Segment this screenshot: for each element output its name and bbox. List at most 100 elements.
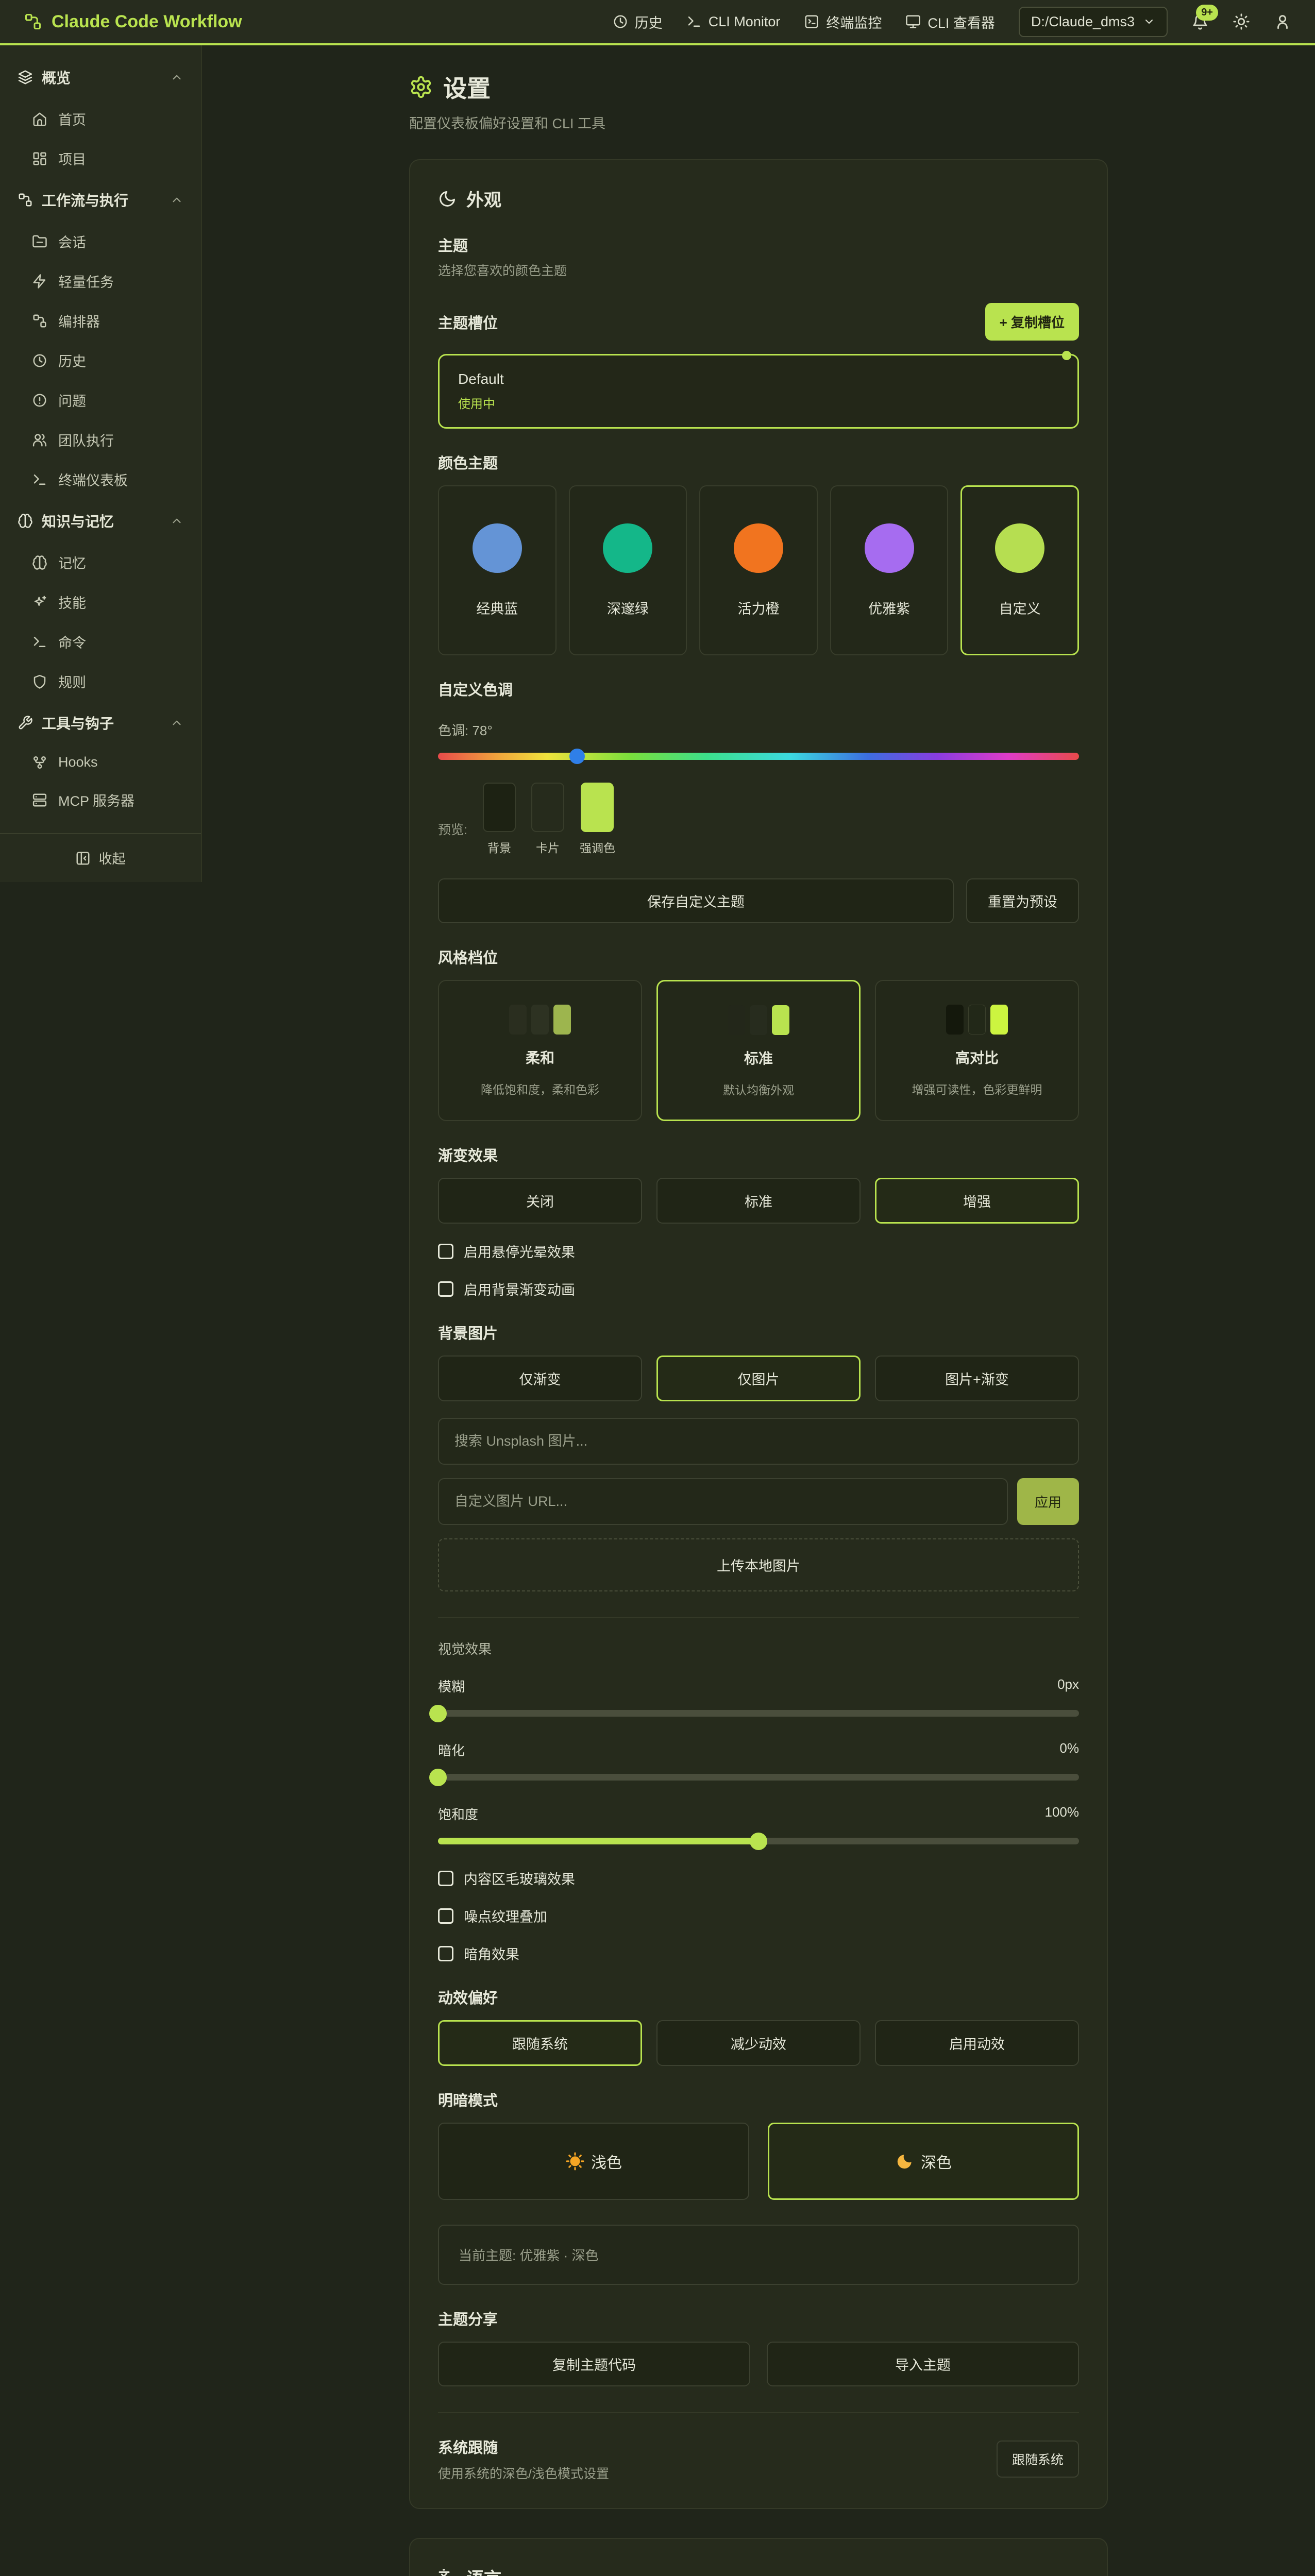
theme-option-elegant-purple[interactable]: 优雅紫 — [830, 485, 949, 655]
noise-checkbox[interactable] — [438, 1908, 453, 1924]
gradient-option-enhanced[interactable]: 增强 — [875, 1178, 1079, 1224]
workflow-logo-icon — [24, 12, 42, 31]
noise-checkbox-row[interactable]: 噪点纹理叠加 — [438, 1906, 1079, 1926]
hover-glow-checkbox[interactable] — [438, 1244, 453, 1259]
motion-reduce[interactable]: 减少动效 — [656, 2020, 861, 2066]
sidebar-item-projects[interactable]: 项目 — [0, 139, 201, 178]
bg-option-gradient-only[interactable]: 仅渐变 — [438, 1355, 642, 1401]
tier-name: 柔和 — [526, 1047, 554, 1067]
sidebar-item-commands[interactable]: 命令 — [0, 622, 201, 662]
sidebar-item-light-tasks[interactable]: 轻量任务 — [0, 261, 201, 301]
theme-option-vibrant-orange[interactable]: 活力橙 — [699, 485, 818, 655]
darken-label: 暗化 — [438, 1740, 465, 1759]
sidebar-item-team-execution[interactable]: 团队执行 — [0, 420, 201, 460]
copy-theme-code-button[interactable]: 复制主题代码 — [438, 2342, 750, 2386]
copy-slot-button[interactable]: + 复制槽位 — [985, 303, 1079, 341]
sidebar-item-hooks[interactable]: Hooks — [0, 744, 201, 780]
style-tier-grid: 柔和 降低饱和度，柔和色彩 标准 默认均衡外观 高对 — [438, 980, 1079, 1121]
nav-history[interactable]: 历史 — [613, 12, 663, 32]
unsplash-search-input[interactable] — [438, 1418, 1079, 1465]
brightness-toggle-icon[interactable] — [1233, 13, 1250, 30]
theme-slot-default[interactable]: Default 使用中 — [438, 354, 1079, 429]
hue-slider[interactable] — [438, 753, 1079, 760]
custom-url-input[interactable] — [438, 1478, 1008, 1525]
sidebar-item-memory[interactable]: 记忆 — [0, 543, 201, 582]
hover-glow-checkbox-row[interactable]: 启用悬停光晕效果 — [438, 1241, 1079, 1261]
style-tier-soft[interactable]: 柔和 降低饱和度，柔和色彩 — [438, 980, 642, 1121]
blur-slider-thumb[interactable] — [429, 1705, 447, 1722]
nav-cli-monitor-label: CLI Monitor — [709, 14, 781, 30]
nav-cli-monitor[interactable]: CLI Monitor — [686, 14, 781, 30]
upload-local-image-button[interactable]: 上传本地图片 — [438, 1538, 1079, 1591]
sidebar-item-home[interactable]: 首页 — [0, 99, 201, 139]
sidebar-item-label: 项目 — [58, 148, 86, 168]
layers-icon — [18, 70, 33, 85]
sidebar-item-orchestrator[interactable]: 编排器 — [0, 301, 201, 341]
sidebar-section-tools[interactable]: 工具与钩子 — [0, 701, 201, 744]
alert-circle-icon — [32, 393, 47, 408]
glass-checkbox-row[interactable]: 内容区毛玻璃效果 — [438, 1868, 1079, 1888]
nav-cli-viewer[interactable]: CLI 查看器 — [905, 12, 995, 32]
mode-dark-button[interactable]: 深色 — [768, 2123, 1079, 2200]
glass-checkbox[interactable] — [438, 1871, 453, 1886]
style-tier-standard[interactable]: 标准 默认均衡外观 — [656, 980, 861, 1121]
darken-slider[interactable] — [438, 1774, 1079, 1781]
bg-animation-checkbox[interactable] — [438, 1281, 453, 1297]
blur-slider[interactable] — [438, 1710, 1079, 1717]
import-theme-button[interactable]: 导入主题 — [767, 2342, 1079, 2386]
sidebar-item-mcp-servers[interactable]: MCP 服务器 — [0, 780, 201, 820]
saturation-slider[interactable] — [438, 1838, 1079, 1844]
apply-url-button[interactable]: 应用 — [1017, 1478, 1079, 1525]
darken-slider-thumb[interactable] — [429, 1769, 447, 1786]
sidebar-section-overview[interactable]: 概览 — [0, 56, 201, 99]
theme-preview-row: 预览: 背景 卡片 强调色 — [438, 783, 1079, 856]
bg-option-image-gradient[interactable]: 图片+渐变 — [875, 1355, 1079, 1401]
sun-emoji-icon — [565, 2151, 585, 2171]
hue-slider-thumb[interactable] — [569, 749, 585, 764]
saturation-slider-thumb[interactable] — [750, 1833, 767, 1850]
user-icon[interactable] — [1274, 13, 1291, 30]
sidebar-item-label: 命令 — [58, 632, 86, 652]
save-custom-theme-button[interactable]: 保存自定义主题 — [438, 878, 954, 923]
sidebar-section-knowledge[interactable]: 知识与记忆 — [0, 499, 201, 543]
reset-preset-button[interactable]: 重置为预设 — [966, 878, 1079, 923]
sidebar-collapse-button[interactable]: 收起 — [0, 833, 201, 882]
nav-terminal-monitor[interactable]: 终端监控 — [804, 12, 882, 32]
sidebar-item-rules[interactable]: 规则 — [0, 662, 201, 701]
theme-option-custom[interactable]: 自定义 — [960, 485, 1079, 655]
sidebar-item-skills[interactable]: 技能 — [0, 582, 201, 622]
vignette-checkbox-row[interactable]: 暗角效果 — [438, 1943, 1079, 1963]
theme-option-classic-blue[interactable]: 经典蓝 — [438, 485, 557, 655]
sidebar-item-history[interactable]: 历史 — [0, 341, 201, 380]
motion-label: 动效偏好 — [438, 1986, 1079, 2008]
sidebar-item-label: Hooks — [58, 754, 98, 770]
motion-follow-system[interactable]: 跟随系统 — [438, 2020, 642, 2066]
tier-swatch-bars — [946, 1005, 1008, 1035]
darken-value: 0% — [1059, 1740, 1079, 1759]
server-icon — [32, 792, 47, 808]
notification-badge: 9+ — [1196, 5, 1218, 21]
motion-enable[interactable]: 启用动效 — [875, 2020, 1079, 2066]
notifications-button[interactable]: 9+ — [1191, 13, 1209, 30]
bg-option-image-only[interactable]: 仅图片 — [656, 1355, 861, 1401]
gradient-option-standard[interactable]: 标准 — [656, 1178, 861, 1224]
theme-option-deep-green[interactable]: 深邃绿 — [569, 485, 687, 655]
system-follow-button[interactable]: 跟随系统 — [997, 2441, 1079, 2478]
gradient-option-off[interactable]: 关闭 — [438, 1178, 642, 1224]
bg-animation-label: 启用背景渐变动画 — [464, 1279, 575, 1299]
dashboard-grid-icon — [32, 151, 47, 166]
brain-icon — [18, 513, 33, 529]
sidebar-item-issues[interactable]: 问题 — [0, 380, 201, 420]
style-tier-high-contrast[interactable]: 高对比 增强可读性，色彩更鲜明 — [875, 980, 1079, 1121]
glass-label: 内容区毛玻璃效果 — [464, 1868, 575, 1888]
tier-desc: 默认均衡外观 — [723, 1080, 794, 1098]
sidebar-item-sessions[interactable]: 会话 — [0, 222, 201, 261]
mode-light-button[interactable]: 浅色 — [438, 2123, 749, 2200]
project-selector[interactable]: D:/Claude_dms3 — [1019, 7, 1168, 37]
sidebar-item-terminal-dashboard[interactable]: 终端仪表板 — [0, 460, 201, 499]
sidebar-section-workflow[interactable]: 工作流与执行 — [0, 178, 201, 222]
vignette-checkbox[interactable] — [438, 1946, 453, 1961]
moon-icon — [438, 190, 457, 208]
bg-animation-checkbox-row[interactable]: 启用背景渐变动画 — [438, 1279, 1079, 1299]
noise-label: 噪点纹理叠加 — [464, 1906, 547, 1926]
